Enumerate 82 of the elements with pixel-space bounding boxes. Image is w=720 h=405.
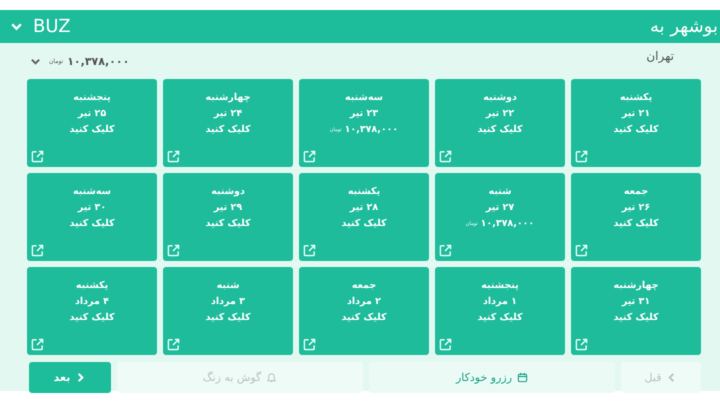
date-text: ۲۳ تیر	[350, 108, 378, 120]
click-label: کلیک کنید	[69, 312, 115, 324]
external-link-icon[interactable]	[303, 338, 316, 351]
external-link-icon[interactable]	[439, 244, 452, 257]
date-text: ۳ مرداد	[211, 296, 245, 308]
date-text: ۲ مرداد	[347, 296, 381, 308]
date-text: ۲۹ تیر	[214, 202, 242, 214]
external-link-icon[interactable]	[167, 150, 180, 163]
day-name: پنجشنبه	[481, 280, 519, 292]
click-label: کلیک کنید	[341, 312, 387, 324]
day-card[interactable]: یکشنبه ۲۱ تیر کلیک کنید	[571, 79, 701, 167]
external-link-icon[interactable]	[31, 244, 44, 257]
calendar-icon	[517, 372, 528, 383]
click-label: کلیک کنید	[613, 312, 659, 324]
date-text: ۲۸ تیر	[350, 202, 378, 214]
next-button[interactable]: بعد	[29, 362, 111, 393]
day-name: جمعه	[624, 186, 648, 198]
day-name: جمعه	[352, 280, 376, 292]
day-card[interactable]: چهارشنبه ۳۱ تیر کلیک کنید	[571, 267, 701, 355]
date-text: ۱ مرداد	[483, 296, 517, 308]
click-label: کلیک کنید	[613, 124, 659, 136]
city-label: تهران	[646, 49, 674, 63]
click-label: کلیک کنید	[69, 124, 115, 136]
day-name: چهارشنبه	[206, 92, 251, 104]
external-link-icon[interactable]	[575, 244, 588, 257]
day-name: سه‌شنبه	[345, 92, 383, 104]
click-label: کلیک کنید	[613, 218, 659, 230]
price-text: ۱۰,۳۷۸,۰۰۰	[344, 124, 398, 136]
external-link-icon[interactable]	[575, 338, 588, 351]
day-name: سه‌شنبه	[73, 186, 111, 198]
price-text: ۱۰,۳۷۸,۰۰۰	[480, 218, 534, 230]
day-card[interactable]: یکشنبه ۲۸ تیر کلیک کنید	[299, 173, 429, 261]
date-text: ۲۶ تیر	[622, 202, 650, 214]
external-link-icon[interactable]	[31, 150, 44, 163]
external-link-icon[interactable]	[167, 244, 180, 257]
bell-icon	[266, 372, 278, 383]
date-text: ۲۴ تیر	[214, 108, 242, 120]
click-label: کلیک کنید	[341, 218, 387, 230]
day-card[interactable]: پنجشنبه ۱ مرداد کلیک کنید	[435, 267, 565, 355]
chevron-icon	[75, 372, 86, 383]
date-text: ۳۱ تیر	[622, 296, 650, 308]
external-link-icon[interactable]	[167, 338, 180, 351]
day-card[interactable]: شنبه ۳ مرداد کلیک کنید	[163, 267, 293, 355]
day-card[interactable]: چهارشنبه ۲۴ تیر کلیک کنید	[163, 79, 293, 167]
date-text: ۳۰ تیر	[78, 202, 106, 214]
day-card[interactable]: دوشنبه ۲۲ تیر کلیک کنید	[435, 79, 565, 167]
day-card[interactable]: دوشنبه ۲۹ تیر کلیک کنید	[163, 173, 293, 261]
day-name: پنجشنبه	[73, 92, 111, 104]
day-card[interactable]: جمعه ۲ مرداد کلیک کنید	[299, 267, 429, 355]
date-text: ۲۷ تیر	[486, 202, 514, 214]
day-name: دوشنبه	[211, 186, 245, 198]
day-card[interactable]: جمعه ۲۶ تیر کلیک کنید	[571, 173, 701, 261]
date-text: ۲۵ تیر	[78, 108, 106, 120]
route-title: بوشهر به	[650, 16, 718, 37]
external-link-icon[interactable]	[303, 150, 316, 163]
external-link-icon[interactable]	[575, 150, 588, 163]
day-name: چهارشنبه	[614, 280, 659, 292]
day-card[interactable]: یکشنبه ۴ مرداد کلیک کنید	[27, 267, 157, 355]
auto-reserve-button[interactable]: رزرو خودکار	[369, 362, 615, 393]
click-label: کلیک کنید	[477, 124, 523, 136]
date-text: ۲۲ تیر	[486, 108, 514, 120]
day-name: یکشنبه	[348, 186, 380, 198]
click-label: کلیک کنید	[205, 218, 251, 230]
day-name: شنبه	[488, 186, 512, 198]
click-label: کلیک کنید	[69, 218, 115, 230]
airport-code: BUZ	[33, 16, 71, 37]
click-label: کلیک کنید	[477, 312, 523, 324]
external-link-icon[interactable]	[439, 338, 452, 351]
external-link-icon[interactable]	[303, 244, 316, 257]
click-label: کلیک کنید	[205, 124, 251, 136]
click-label: کلیک کنید	[205, 312, 251, 324]
external-link-icon[interactable]	[31, 338, 44, 351]
price-text: ۱۰,۳۷۸,۰۰۰	[67, 54, 130, 68]
date-text: ۴ مرداد	[75, 296, 109, 308]
external-link-icon[interactable]	[439, 150, 452, 163]
day-name: دوشنبه	[483, 92, 517, 104]
day-card[interactable]: سه‌شنبه ۳۰ تیر کلیک کنید	[27, 173, 157, 261]
day-name: یکشنبه	[620, 92, 652, 104]
day-card[interactable]: پنجشنبه ۲۵ تیر کلیک کنید	[27, 79, 157, 167]
day-name: شنبه	[216, 280, 240, 292]
date-text: ۲۱ تیر	[622, 108, 650, 120]
day-name: یکشنبه	[76, 280, 108, 292]
